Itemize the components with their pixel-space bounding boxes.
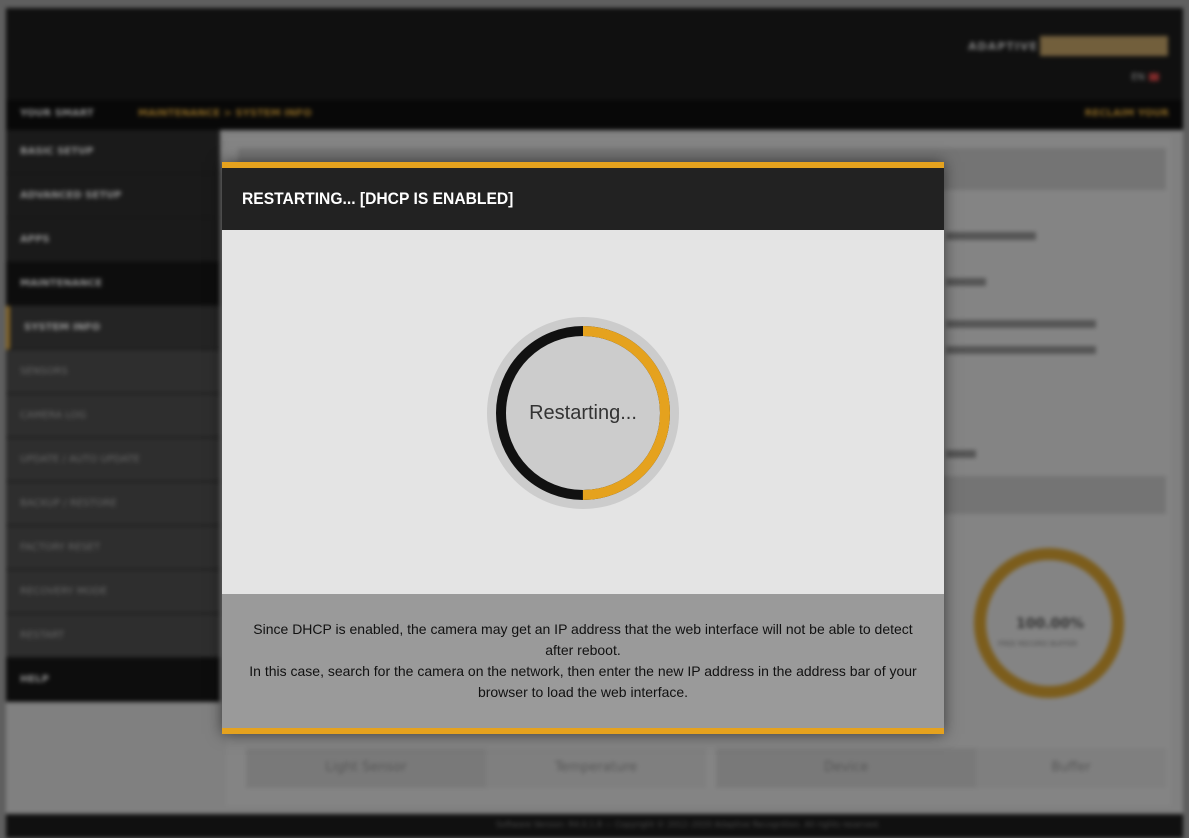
dialog-message: Since DHCP is enabled, the camera may ge… xyxy=(222,594,944,728)
restart-dialog: RESTARTING... [DHCP IS ENABLED] Restarti… xyxy=(222,162,944,734)
dhcp-warning-text: Since DHCP is enabled, the camera may ge… xyxy=(253,621,913,658)
dialog-body: Restarting... xyxy=(222,230,944,594)
dialog-header: RESTARTING... [DHCP IS ENABLED] xyxy=(222,168,944,230)
spinner-label: Restarting... xyxy=(529,402,637,424)
dhcp-instructions-text: In this case, search for the camera on t… xyxy=(249,663,917,700)
restart-spinner: Restarting... xyxy=(486,316,680,510)
dialog-title: RESTARTING... [DHCP IS ENABLED] xyxy=(242,189,514,208)
